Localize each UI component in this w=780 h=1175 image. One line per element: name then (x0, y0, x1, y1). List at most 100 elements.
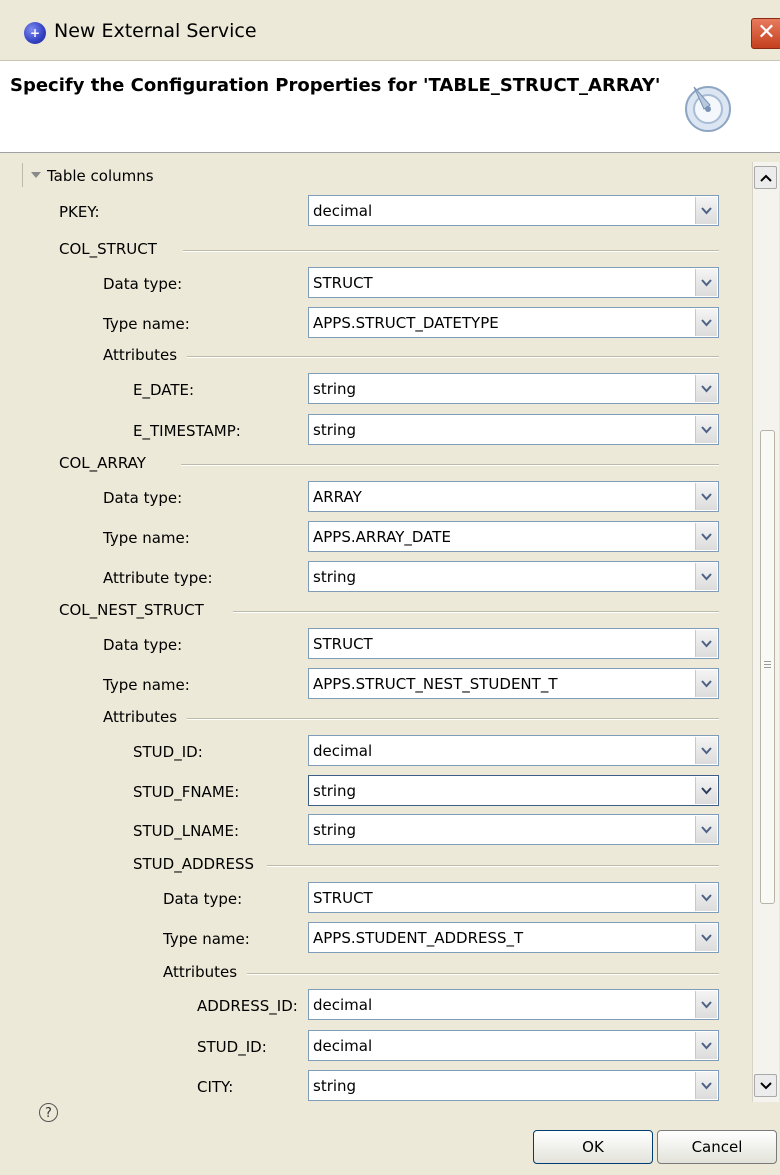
stud-address-data-type-label: Data type: (163, 890, 243, 908)
group-divider (247, 973, 719, 975)
scroll-down-button[interactable] (754, 1074, 777, 1097)
col-array-group-label: COL_ARRAY (59, 454, 146, 472)
page-title: Specify the Configuration Properties for… (10, 75, 661, 96)
chevron-down-icon[interactable] (695, 884, 717, 911)
chevron-down-icon[interactable] (695, 375, 717, 402)
col-array-type-name-value: APPS.ARRAY_DATE (313, 528, 451, 546)
address-id-label: ADDRESS_ID: (197, 997, 298, 1015)
group-divider (233, 611, 719, 613)
stud-id-label: STUD_ID: (133, 743, 203, 761)
col-array-attribute-type-value: string (313, 568, 357, 586)
pkey-select[interactable]: decimal (308, 195, 719, 226)
group-divider (267, 865, 719, 867)
collapse-triangle-icon[interactable] (31, 172, 41, 178)
chevron-down-icon[interactable] (695, 309, 717, 336)
address-stud-id-label: STUD_ID: (197, 1038, 267, 1056)
stud-id-value: decimal (313, 742, 373, 760)
col-nest-struct-type-name-value: APPS.STRUCT_NEST_STUDENT_T (313, 675, 558, 693)
chevron-down-icon[interactable] (695, 483, 717, 510)
city-label: CITY: (197, 1078, 234, 1096)
col-nest-struct-data-type-label: Data type: (103, 636, 183, 654)
city-select[interactable]: string (308, 1070, 719, 1101)
col-nest-struct-data-type-value: STRUCT (313, 635, 373, 653)
address-stud-id-value: decimal (313, 1037, 373, 1055)
close-button[interactable]: ✕ (751, 18, 780, 49)
wizard-banner-icon (685, 86, 731, 132)
e-date-label: E_DATE: (133, 381, 195, 399)
stud-fname-label: STUD_FNAME: (133, 783, 240, 801)
stud-address-type-name-select[interactable]: APPS.STUDENT_ADDRESS_T (308, 922, 719, 953)
stud-id-select[interactable]: decimal (308, 735, 719, 766)
e-timestamp-label: E_TIMESTAMP: (133, 422, 241, 440)
chevron-down-icon[interactable] (695, 924, 717, 951)
col-array-attribute-type-select[interactable]: string (308, 561, 719, 592)
chevron-down-icon[interactable] (695, 670, 717, 697)
grip-icon (764, 661, 771, 662)
col-nest-struct-type-name-select[interactable]: APPS.STRUCT_NEST_STUDENT_T (308, 668, 719, 699)
section-table-columns[interactable]: Table columns (47, 167, 154, 185)
col-struct-data-type-select[interactable]: STRUCT (308, 267, 719, 298)
stud-lname-select[interactable]: string (308, 814, 719, 845)
chevron-down-icon[interactable] (695, 737, 717, 764)
chevron-down-icon[interactable] (695, 269, 717, 296)
stud-lname-label: STUD_LNAME: (133, 822, 240, 840)
e-timestamp-select[interactable]: string (308, 414, 719, 445)
e-date-select[interactable]: string (308, 373, 719, 404)
col-array-data-type-value: ARRAY (313, 488, 362, 506)
col-array-data-type-select[interactable]: ARRAY (308, 481, 719, 512)
stud-address-group-label: STUD_ADDRESS (133, 855, 255, 873)
vertical-scrollbar[interactable] (752, 162, 779, 1102)
col-array-data-type-label: Data type: (103, 489, 183, 507)
chevron-down-icon[interactable] (695, 777, 717, 804)
help-icon[interactable]: ? (39, 1103, 58, 1122)
stud-address-attributes-label: Attributes (163, 963, 238, 981)
address-id-value: decimal (313, 996, 373, 1014)
col-struct-type-name-label: Type name: (103, 315, 190, 333)
e-date-value: string (313, 380, 357, 398)
col-nest-struct-group-label: COL_NEST_STRUCT (59, 601, 204, 619)
pkey-label: PKEY: (59, 203, 100, 221)
col-array-type-name-select[interactable]: APPS.ARRAY_DATE (308, 521, 719, 552)
window-title: New External Service (54, 20, 257, 42)
chevron-down-icon[interactable] (695, 1072, 717, 1099)
wizard-app-icon: + (24, 22, 46, 44)
col-nest-struct-type-name-label: Type name: (103, 676, 190, 694)
wizard-header: Specify the Configuration Properties for… (0, 61, 780, 153)
chevron-down-icon[interactable] (695, 1032, 717, 1059)
stud-fname-select[interactable]: string (308, 775, 719, 806)
stud-address-type-name-value: APPS.STUDENT_ADDRESS_T (313, 929, 524, 947)
scroll-up-button[interactable] (754, 166, 777, 189)
window-titlebar: + New External Service ✕ (0, 0, 780, 61)
group-divider (187, 356, 719, 358)
col-struct-type-name-value: APPS.STRUCT_DATETYPE (313, 314, 499, 332)
stud-address-data-type-select[interactable]: STRUCT (308, 882, 719, 913)
city-value: string (313, 1077, 357, 1095)
e-timestamp-value: string (313, 421, 357, 439)
address-stud-id-select[interactable]: decimal (308, 1030, 719, 1061)
cancel-button[interactable]: Cancel (657, 1130, 777, 1164)
col-struct-group-label: COL_STRUCT (59, 240, 157, 258)
stud-lname-value: string (313, 821, 357, 839)
col-nest-struct-data-type-select[interactable]: STRUCT (308, 628, 719, 659)
group-divider (187, 718, 719, 720)
group-divider (183, 250, 719, 252)
col-struct-data-type-value: STRUCT (313, 274, 373, 292)
stud-address-type-name-label: Type name: (163, 930, 250, 948)
chevron-down-icon[interactable] (695, 563, 717, 590)
col-array-attribute-type-label: Attribute type: (103, 569, 213, 587)
stud-fname-value: string (313, 782, 357, 800)
chevron-down-icon[interactable] (695, 416, 717, 443)
col-struct-type-name-select[interactable]: APPS.STRUCT_DATETYPE (308, 307, 719, 338)
chevron-down-icon[interactable] (695, 630, 717, 657)
col-nest-struct-attributes-label: Attributes (103, 708, 178, 726)
group-divider (181, 464, 719, 466)
col-array-type-name-label: Type name: (103, 529, 190, 547)
ok-button[interactable]: OK (533, 1130, 653, 1164)
chevron-down-icon[interactable] (695, 991, 717, 1018)
stud-address-data-type-value: STRUCT (313, 889, 373, 907)
chevron-down-icon[interactable] (695, 197, 717, 224)
chevron-down-icon[interactable] (695, 816, 717, 843)
scrollbar-thumb[interactable] (760, 430, 775, 904)
address-id-select[interactable]: decimal (308, 989, 719, 1020)
chevron-down-icon[interactable] (695, 523, 717, 550)
